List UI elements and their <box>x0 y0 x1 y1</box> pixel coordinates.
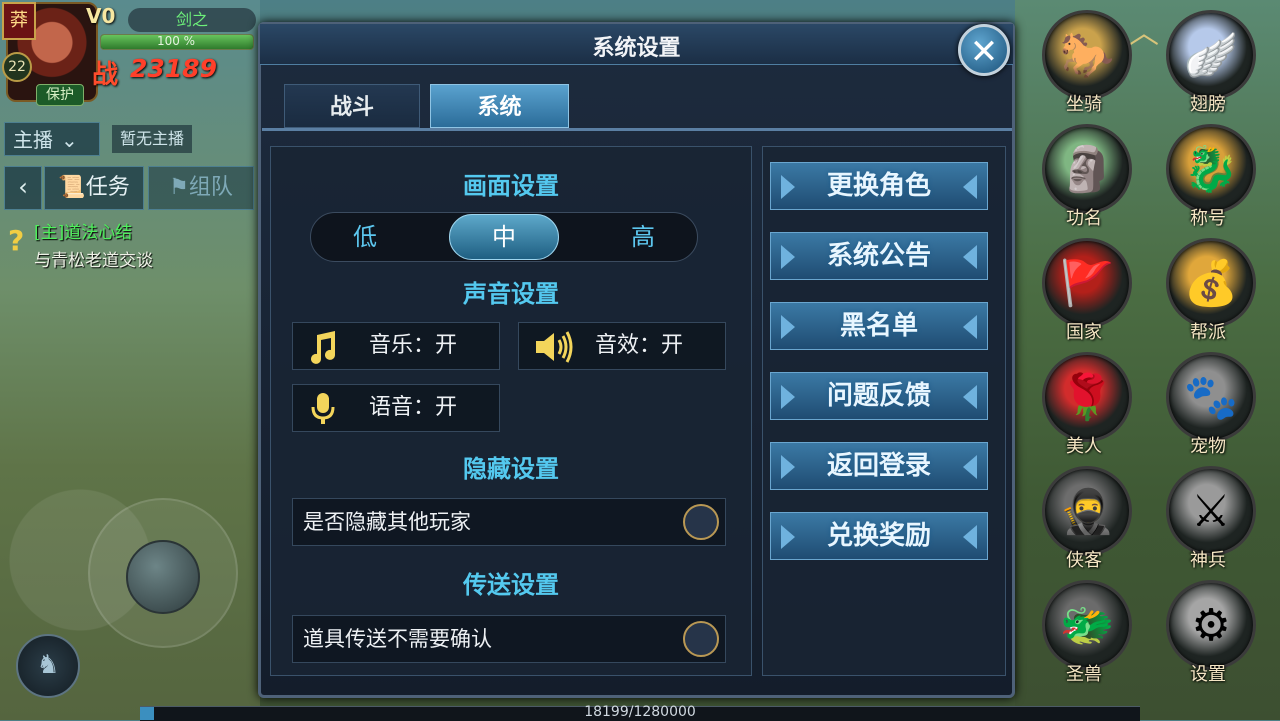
hide-players-checkbox[interactable] <box>683 504 719 540</box>
teleport-section-title: 传送设置 <box>463 570 559 599</box>
menu-item-label: 美人 <box>1066 436 1102 457</box>
speaker-icon <box>536 331 573 363</box>
menu-item-label: 神兵 <box>1190 550 1226 571</box>
music-label: 音乐：开 <box>369 333 458 358</box>
paw-icon: 🐾 <box>1166 352 1256 442</box>
teleport-confirm-row[interactable]: 道具传送不需要确认 <box>292 615 726 663</box>
menu-item-guild[interactable]: 💰 帮派 <box>1160 236 1256 348</box>
sound-section-title: 声音设置 <box>463 279 559 308</box>
player-name: 剑之 <box>128 8 256 32</box>
menu-item-rose[interactable]: 🌹 美人 <box>1036 350 1132 462</box>
quality-option-medium[interactable]: 中 <box>449 212 559 262</box>
collapse-panel-button[interactable]: ‹ <box>4 166 42 210</box>
return-login-button[interactable]: 返回登录 <box>770 442 988 490</box>
hide-section-title: 隐藏设置 <box>463 454 559 483</box>
teleport-confirm-label: 道具传送不需要确认 <box>303 627 492 651</box>
quest-title[interactable]: [主]道法心结 <box>34 218 132 243</box>
menu-item-seal[interactable]: 🗿 功名 <box>1036 122 1132 234</box>
hide-players-row[interactable]: 是否隐藏其他玩家 <box>292 498 726 546</box>
teleport-confirm-checkbox[interactable] <box>683 621 719 657</box>
feedback-button[interactable]: 问题反馈 <box>770 372 988 420</box>
menu-item-weapon[interactable]: ⚔ 神兵 <box>1160 464 1256 576</box>
beast-icon: 🐲 <box>1042 580 1132 670</box>
team-tab-label: 组队 <box>188 175 233 200</box>
protect-mode-button[interactable]: 保护 <box>36 84 84 106</box>
menu-item-horse[interactable]: 🐎 坐骑 <box>1036 8 1132 120</box>
quest-description[interactable]: 与青松老道交谈 <box>34 246 153 271</box>
chevron-left-icon: ‹ <box>18 173 28 201</box>
banner-icon: 🚩 <box>1042 238 1132 328</box>
menu-item-label: 侠客 <box>1066 550 1102 571</box>
broadcast-dropdown[interactable]: 主播 ⌄ <box>4 122 100 156</box>
rose-icon: 🌹 <box>1042 352 1132 442</box>
broadcast-status: 暂无主播 <box>112 125 192 153</box>
title-icon: 🐉 <box>1166 124 1256 214</box>
graphics-section-title: 画面设置 <box>463 171 559 200</box>
menu-item-label: 圣兽 <box>1066 664 1102 685</box>
power-value: 23189 <box>130 54 217 83</box>
question-icon: ? <box>8 224 25 257</box>
gear-icon: ⚙ <box>1166 580 1256 670</box>
menu-item-banner[interactable]: 🚩 国家 <box>1036 236 1132 348</box>
menu-item-label: 国家 <box>1066 322 1102 343</box>
team-tab[interactable]: ⚑组队 <box>148 166 254 210</box>
seal-icon: 🗿 <box>1042 124 1132 214</box>
switch-character-button[interactable]: 更换角色 <box>770 162 988 210</box>
menu-item-label: 宠物 <box>1190 436 1226 457</box>
menu-item-label: 功名 <box>1066 208 1102 229</box>
hide-players-label: 是否隐藏其他玩家 <box>303 510 471 534</box>
broadcast-label: 主播 <box>13 128 53 152</box>
wing-icon: 🪽 <box>1166 10 1256 100</box>
voice-toggle[interactable]: 语音：开 <box>292 384 500 432</box>
menu-item-label: 设置 <box>1190 664 1226 685</box>
power-icon: 战 <box>92 60 119 90</box>
music-note-icon <box>311 331 335 364</box>
quality-option-high[interactable]: 高 <box>588 212 698 262</box>
chevron-down-icon: ⌄ <box>61 128 78 152</box>
menu-item-label: 翅膀 <box>1190 94 1226 115</box>
menu-item-wing[interactable]: 🪽 翅膀 <box>1160 8 1256 120</box>
close-icon: ✕ <box>969 32 999 72</box>
flag-icon: ⚑ <box>169 175 189 200</box>
menu-item-title[interactable]: 🐉 称号 <box>1160 122 1256 234</box>
task-tab-label: 任务 <box>85 175 130 200</box>
menu-item-hero[interactable]: 🥷 侠客 <box>1036 464 1132 576</box>
mount-quick-button[interactable]: ♞ <box>16 634 80 698</box>
hp-text: 100 % <box>156 34 196 48</box>
horse-icon: 🐎 <box>1042 10 1132 100</box>
music-toggle[interactable]: 音乐：开 <box>292 322 500 370</box>
effects-toggle[interactable]: 音效：开 <box>518 322 726 370</box>
menu-item-label: 帮派 <box>1190 322 1226 343</box>
tab-underline <box>262 128 1012 131</box>
menu-item-beast[interactable]: 🐲 圣兽 <box>1036 578 1132 690</box>
vip-label[interactable]: V0 <box>86 4 115 28</box>
dialog-title: 系统设置 <box>592 35 681 61</box>
voice-label: 语音：开 <box>369 395 458 420</box>
system-notice-button[interactable]: 系统公告 <box>770 232 988 280</box>
menu-item-paw[interactable]: 🐾 宠物 <box>1160 350 1256 462</box>
exp-text: 18199/1280000 <box>584 704 696 720</box>
horse-head-icon: ♞ <box>36 650 60 680</box>
effects-label: 音效：开 <box>595 333 684 358</box>
tab-system[interactable]: 系统 <box>430 84 569 128</box>
stance-badge[interactable]: 莽 <box>2 2 36 40</box>
blacklist-button[interactable]: 黑名单 <box>770 302 988 350</box>
menu-item-label: 坐骑 <box>1066 94 1102 115</box>
close-button[interactable]: ✕ <box>958 24 1010 76</box>
scroll-icon: 📜 <box>58 175 86 200</box>
tab-battle[interactable]: 战斗 <box>284 84 420 128</box>
guild-icon: 💰 <box>1166 238 1256 328</box>
joystick-knob[interactable] <box>126 540 200 614</box>
hero-icon: 🥷 <box>1042 466 1132 556</box>
menu-item-label: 称号 <box>1190 208 1226 229</box>
redeem-reward-button[interactable]: 兑换奖励 <box>770 512 988 560</box>
menu-item-gear[interactable]: ⚙ 设置 <box>1160 578 1256 690</box>
quality-option-low[interactable]: 低 <box>310 212 420 262</box>
task-tab[interactable]: 📜任务 <box>44 166 144 210</box>
level-badge: 22 <box>2 52 32 82</box>
weapon-icon: ⚔ <box>1166 466 1256 556</box>
microphone-icon <box>311 393 335 424</box>
